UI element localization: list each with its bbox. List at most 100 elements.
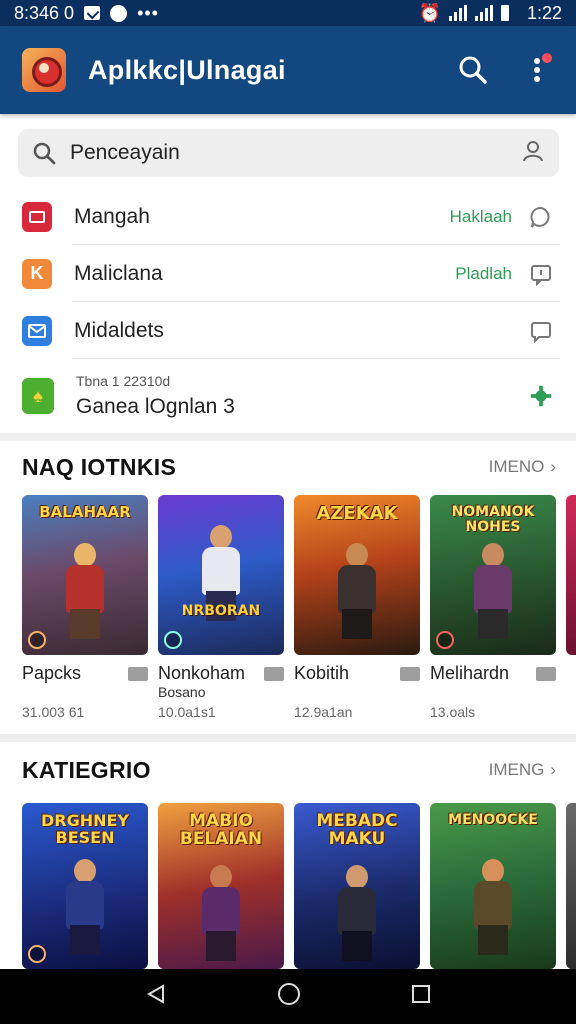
badge-icon xyxy=(28,945,46,963)
see-more-link[interactable]: IMENO › xyxy=(489,457,556,477)
menu-item-maliclana[interactable]: K Maliclana Pladlah xyxy=(0,245,576,302)
menu-item-label: Maliclana xyxy=(74,261,163,285)
section-divider xyxy=(0,734,576,742)
app-card[interactable]: NOMANOK NOHES Melihardn 13.oals xyxy=(430,495,556,720)
badge-icon xyxy=(436,631,454,649)
overflow-menu-button[interactable] xyxy=(520,53,554,87)
art-title: MEBADC MAKU xyxy=(316,811,398,849)
app-meta: 13.oals xyxy=(430,704,476,720)
category-card-partial[interactable] xyxy=(566,803,576,969)
download-tag-icon xyxy=(264,666,284,681)
system-nav-bar xyxy=(0,969,576,1024)
home-button[interactable] xyxy=(277,982,301,1011)
badge-icon xyxy=(28,631,46,649)
app-card-art: BALAHAAR xyxy=(22,495,148,655)
download-tag-icon xyxy=(536,666,556,681)
menu-item-sublabel: Tbna 1 22310d xyxy=(76,373,171,389)
category-card[interactable]: MEBADC MAKU xyxy=(294,803,420,969)
app-card-art: AZEKAK xyxy=(294,495,420,655)
more-vertical-icon xyxy=(534,58,540,82)
maliclana-icon: K xyxy=(22,258,52,289)
app-subtitle: Bosano xyxy=(158,684,206,700)
art-title: AZEKAK xyxy=(316,503,398,524)
app-subtitle xyxy=(430,684,556,700)
art-title: BALAHAAR xyxy=(39,503,131,521)
app-card-rail: BALAHAAR Papcks 31.003 61 NRBORAN Nonkoh… xyxy=(22,495,576,720)
app-title: Aplkkc|Ulnagai xyxy=(88,54,286,85)
app-name: Nonkoham xyxy=(158,663,246,683)
recents-button[interactable] xyxy=(411,984,431,1009)
account-icon[interactable] xyxy=(521,139,545,168)
app-card[interactable]: NRBORAN Nonkoham Bosano 10.0a1s1 xyxy=(158,495,284,720)
recents-icon xyxy=(412,985,430,1003)
chat-bubble-icon[interactable] xyxy=(528,204,554,230)
section-header: KATIEGRIO IMENG › xyxy=(22,756,556,784)
category-card-art: MEBADC MAKU xyxy=(294,803,420,969)
category-card[interactable]: MABIO BELAIAN xyxy=(158,803,284,969)
midaldets-icon xyxy=(22,315,52,346)
back-button[interactable] xyxy=(145,983,167,1010)
download-tag-icon xyxy=(128,666,148,681)
games-icon: ♠ xyxy=(22,378,54,414)
signal-icon-2 xyxy=(474,5,493,21)
see-more-label: IMENO xyxy=(488,457,545,476)
add-game-icon[interactable] xyxy=(528,383,554,409)
search-bar[interactable] xyxy=(18,129,559,177)
see-more-link[interactable]: IMENG › xyxy=(489,760,556,780)
art-title: MENOOCKE xyxy=(448,812,538,828)
app-bar: Aplkkc|Ulnagai xyxy=(0,26,576,114)
home-icon xyxy=(278,983,300,1005)
category-card-art: MABIO BELAIAN xyxy=(158,803,284,969)
app-subtitle xyxy=(294,684,420,700)
notification-dot xyxy=(542,53,552,63)
message-icon[interactable] xyxy=(528,261,554,287)
comment-icon[interactable] xyxy=(528,318,554,344)
section-title: KATIEGRIO xyxy=(22,756,151,783)
menu-item-midaldets[interactable]: Midaldets xyxy=(0,302,576,359)
status-bar: 8:346 0 ••• ⏰ 1:22 xyxy=(0,0,576,26)
see-more-label: IMENG xyxy=(488,760,545,779)
app-meta: 10.0a1s1 xyxy=(158,704,216,720)
app-name: Kobitih xyxy=(294,663,350,683)
menu-item-label: Mangah xyxy=(74,204,150,228)
menu-item-label: Ganea lOgnlan 3 xyxy=(76,395,235,418)
category-card-rail: DRGHNEY BESEN MABIO BELAIAN MEBADC MAKU xyxy=(22,803,576,969)
category-card-art: DRGHNEY BESEN xyxy=(22,803,148,969)
badge-icon xyxy=(164,631,182,649)
app-name: Papcks xyxy=(22,663,82,683)
art-title: MABIO BELAIAN xyxy=(179,811,263,849)
menu-item-games[interactable]: ♠ Tbna 1 22310d Ganea lOgnlan 3 xyxy=(0,359,576,433)
alarm-icon: ⏰ xyxy=(418,2,441,23)
search-icon xyxy=(33,142,56,165)
battery-icon xyxy=(500,5,509,21)
app-card-art: NRBORAN xyxy=(158,495,284,655)
app-card-art: NOMANOK NOHES xyxy=(430,495,556,655)
more-notifications-icon: ••• xyxy=(137,2,159,23)
app-meta: 31.003 61 xyxy=(22,704,85,720)
chevron-right-icon: › xyxy=(550,760,556,779)
app-card[interactable]: BALAHAAR Papcks 31.003 61 xyxy=(22,495,148,720)
search-button[interactable] xyxy=(456,53,490,87)
app-subtitle xyxy=(22,684,148,700)
art-title: DRGHNEY BESEN xyxy=(40,811,130,847)
category-card[interactable]: DRGHNEY BESEN xyxy=(22,803,148,969)
app-card[interactable]: AZEKAK Kobitih 12.9a1an xyxy=(294,495,420,720)
art-title: NOMANOK NOHES xyxy=(451,504,535,535)
menu-item-badge: Pladlah xyxy=(455,263,512,283)
app-meta: 12.9a1an xyxy=(294,704,353,720)
app-name: Melihardn xyxy=(430,663,510,683)
search-input[interactable] xyxy=(70,141,470,165)
category-card-art: MENOOCKE xyxy=(430,803,556,969)
back-icon xyxy=(146,984,164,1004)
app-card-partial[interactable] xyxy=(566,495,576,720)
notification-icon xyxy=(84,6,101,20)
app-notification-icon xyxy=(110,4,128,22)
mangah-icon xyxy=(22,201,52,232)
section-title: NAQ IOTNKIS xyxy=(22,453,177,480)
signal-icon xyxy=(448,5,467,21)
menu-item-mangah[interactable]: Mangah Haklaah xyxy=(0,188,576,245)
section-header: NAQ IOTNKIS IMENO › xyxy=(22,453,556,481)
download-tag-icon xyxy=(400,666,420,681)
chevron-right-icon: › xyxy=(550,457,556,476)
category-card[interactable]: MENOOCKE xyxy=(430,803,556,969)
